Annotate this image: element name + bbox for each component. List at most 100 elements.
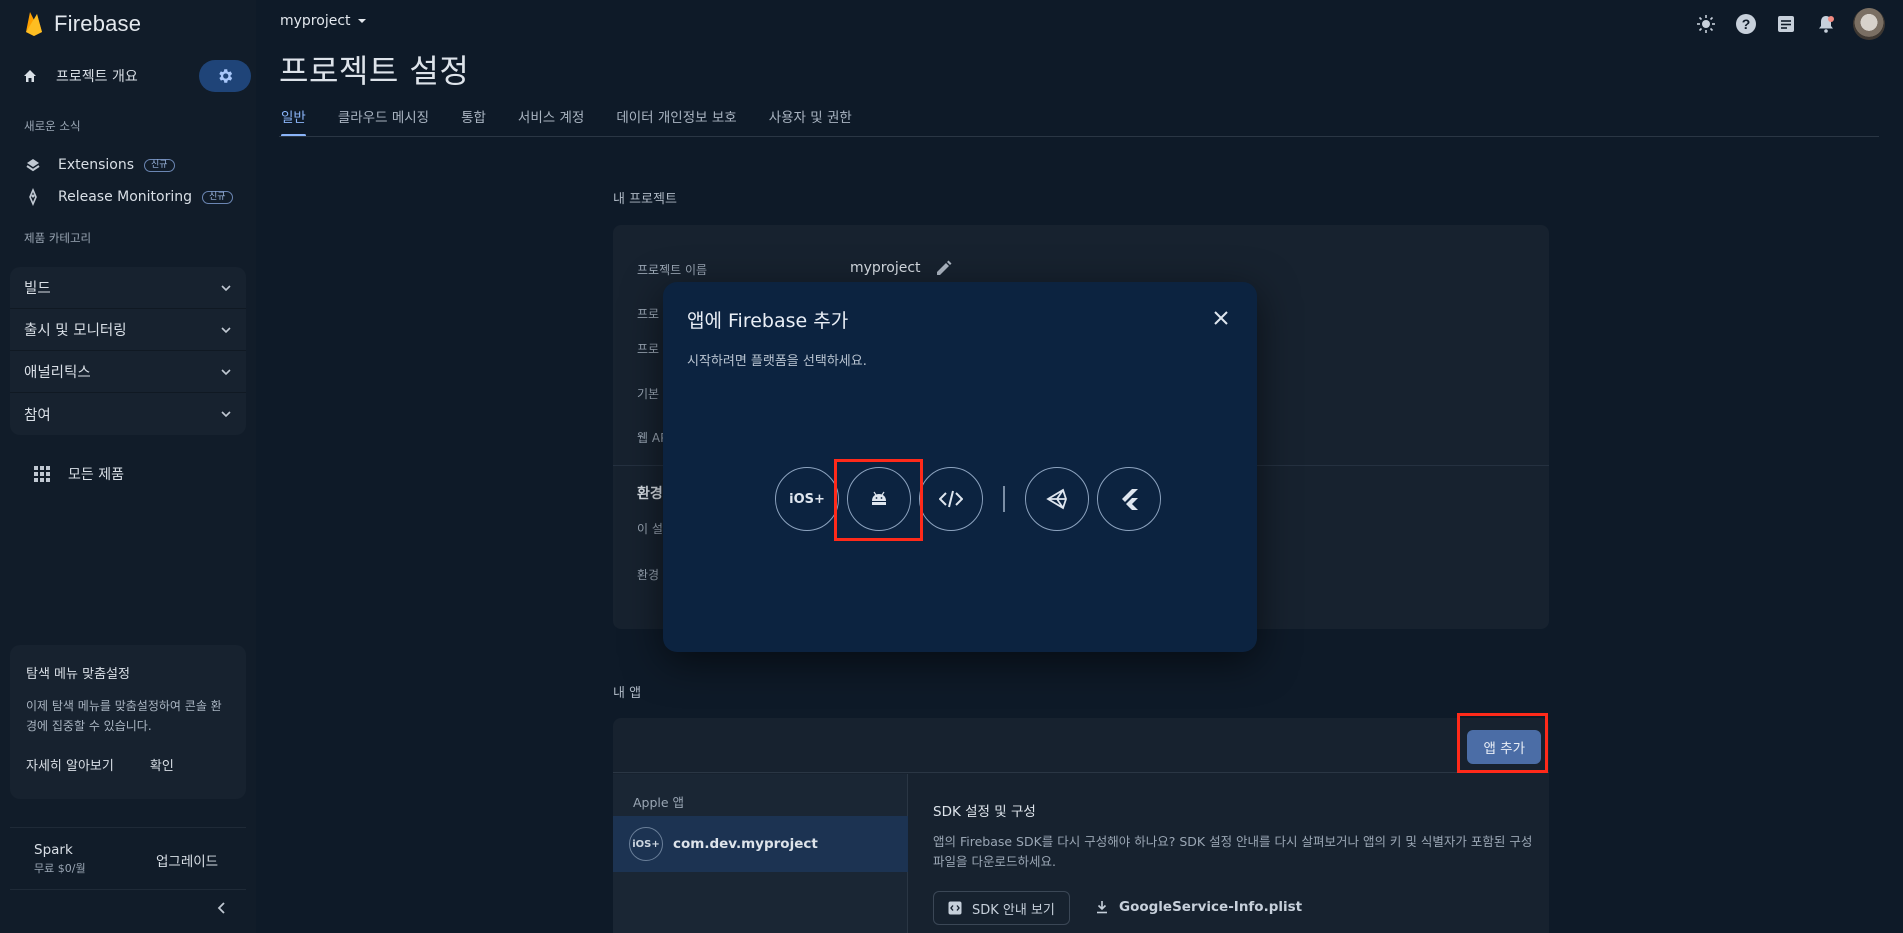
project-name: myproject <box>280 13 351 29</box>
learn-more-link[interactable]: 자세히 알아보기 <box>26 755 114 774</box>
sidebar-item-label: 프로젝트 개요 <box>56 69 138 85</box>
web-platform-button[interactable] <box>919 467 983 531</box>
platform-options: iOS+ <box>775 467 1161 531</box>
app-bundle-id: com.dev.myproject <box>673 836 818 852</box>
notes-button[interactable] <box>1773 11 1799 37</box>
project-switcher[interactable]: myproject <box>280 13 367 29</box>
close-icon[interactable] <box>1209 306 1233 330</box>
nav-customization-tip: 탐색 메뉴 맞춤설정 이제 탐색 메뉴를 맞춤설정하여 콘솔 환경에 집중할 수… <box>10 645 246 799</box>
notifications-button[interactable] <box>1813 11 1839 37</box>
download-plist-link[interactable]: GoogleService-Info.plist <box>1095 899 1302 915</box>
divider <box>10 889 246 890</box>
grid-icon <box>34 466 50 482</box>
chevron-down-icon <box>221 326 231 333</box>
environment-row-key: 이 설 <box>637 522 663 536</box>
sdk-guide-label: SDK 안내 보기 <box>972 902 1055 918</box>
confirm-button[interactable]: 확인 <box>150 755 174 774</box>
dialog-title: 앱에 Firebase 추가 <box>687 310 849 332</box>
collapse-sidebar-icon[interactable] <box>214 900 230 916</box>
product-categories: 빌드 출시 및 모니터링 애널리틱스 참여 <box>10 267 246 435</box>
category-label: 참여 <box>24 407 51 424</box>
upgrade-button[interactable]: 업그레이드 <box>156 850 218 870</box>
ios-icon: iOS+ <box>789 491 825 507</box>
code-box-icon <box>948 901 962 915</box>
edit-pencil-icon[interactable] <box>935 259 953 277</box>
sidebar-item-overview[interactable]: 프로젝트 개요 <box>22 60 138 92</box>
apps-list: Apple 앱 iOS+ com.dev.myproject <box>613 774 908 933</box>
flutter-platform-button[interactable] <box>1097 467 1161 531</box>
firebase-logo[interactable]: Firebase <box>24 8 141 40</box>
web-icon <box>939 490 963 508</box>
help-button[interactable]: ? <box>1733 11 1759 37</box>
gear-icon <box>219 69 233 83</box>
chevron-down-icon <box>221 368 231 375</box>
plan-price: 무료 $0/월 <box>34 862 86 875</box>
flutter-icon <box>1122 489 1138 510</box>
project-name-key: 프로젝트 이름 <box>637 263 708 277</box>
sdk-section-description: 앱의 Firebase SDK를 다시 구성해야 하나요? SDK 설정 안내를… <box>933 834 1533 869</box>
rocket-icon <box>29 188 37 206</box>
tab-service-accounts[interactable]: 서비스 계정 <box>518 106 584 136</box>
theme-toggle-button[interactable] <box>1693 11 1719 37</box>
unity-icon <box>1046 488 1067 510</box>
highlight-box <box>1457 713 1548 773</box>
tab-cloud-messaging[interactable]: 클라우드 메시징 <box>338 106 429 136</box>
sdk-guide-button[interactable]: SDK 안내 보기 <box>933 891 1070 925</box>
app-list-item[interactable]: iOS+ com.dev.myproject <box>613 816 908 872</box>
dialog-subtitle: 시작하려면 플랫폼을 선택하세요. <box>687 354 867 369</box>
ios-platform-button[interactable]: iOS+ <box>775 467 839 531</box>
my-apps-label: 내 앱 <box>613 686 642 701</box>
sun-icon <box>1697 15 1715 33</box>
add-firebase-dialog: 앱에 Firebase 추가 시작하려면 플랫폼을 선택하세요. iOS+ <box>663 282 1257 652</box>
tab-general[interactable]: 일반 <box>281 106 306 137</box>
apps-card: 앱 추가 Apple 앱 iOS+ com.dev.myproject SDK … <box>613 718 1549 933</box>
download-icon <box>1097 901 1107 914</box>
tab-data-privacy[interactable]: 데이터 개인정보 보호 <box>616 106 736 136</box>
category-build[interactable]: 빌드 <box>10 267 246 309</box>
apple-apps-label: Apple 앱 <box>633 795 685 810</box>
divider <box>10 827 246 828</box>
bell-icon <box>1819 16 1834 33</box>
plist-filename: GoogleService-Info.plist <box>1119 899 1303 915</box>
new-badge: 신규 <box>144 158 175 172</box>
new-badge: 신규 <box>202 190 233 204</box>
category-label: 출시 및 모니터링 <box>24 323 127 339</box>
tab-integrations[interactable]: 통합 <box>461 106 486 136</box>
all-products-label: 모든 제품 <box>68 467 124 483</box>
category-analytics[interactable]: 애널리틱스 <box>10 351 246 393</box>
home-icon <box>24 70 36 82</box>
notes-icon <box>1778 16 1794 32</box>
environment-row-key: 환경 <box>637 568 660 582</box>
help-icon: ? <box>1736 14 1756 34</box>
plan-name: Spark <box>34 842 73 858</box>
project-name-value: myproject <box>850 259 953 277</box>
sdk-section-title: SDK 설정 및 구성 <box>933 804 1036 820</box>
my-project-label: 내 프로젝트 <box>613 192 677 207</box>
svg-text:?: ? <box>1742 16 1751 32</box>
platform-separator <box>1003 486 1005 512</box>
page-title: 프로젝트 설정 <box>279 52 470 90</box>
category-label: 애널리틱스 <box>24 365 91 381</box>
project-settings-button[interactable] <box>199 60 251 92</box>
sidebar-item-release-monitoring[interactable]: Release Monitoring 신규 <box>24 185 233 209</box>
firebase-flame-icon <box>26 12 42 36</box>
all-products-link[interactable]: 모든 제품 <box>34 462 124 486</box>
category-engage[interactable]: 참여 <box>10 393 246 435</box>
chevron-down-icon <box>221 284 231 291</box>
environment-title: 환경 <box>637 486 663 502</box>
category-section-label: 제품 카테고리 <box>24 231 92 245</box>
tabs-divider <box>279 136 1879 137</box>
tip-title: 탐색 메뉴 맞춤설정 <box>26 667 130 682</box>
avatar[interactable] <box>1853 8 1885 40</box>
ios-app-icon: iOS+ <box>629 827 663 861</box>
category-label: 빌드 <box>24 281 51 297</box>
category-release[interactable]: 출시 및 모니터링 <box>10 309 246 351</box>
unity-platform-button[interactable] <box>1025 467 1089 531</box>
app-name: Firebase <box>54 11 142 36</box>
settings-tabs: 일반 클라우드 메시징 통합 서비스 계정 데이터 개인정보 보호 사용자 및 … <box>281 106 884 137</box>
highlight-box <box>834 459 923 541</box>
sidebar-item-extensions[interactable]: Extensions 신규 <box>24 153 175 177</box>
apps-card-header: 앱 추가 <box>613 718 1549 773</box>
tab-users-permissions[interactable]: 사용자 및 권한 <box>769 106 852 136</box>
sidebar: Firebase 프로젝트 개요 새로운 소식 Extensions 신규 Re… <box>0 0 256 933</box>
